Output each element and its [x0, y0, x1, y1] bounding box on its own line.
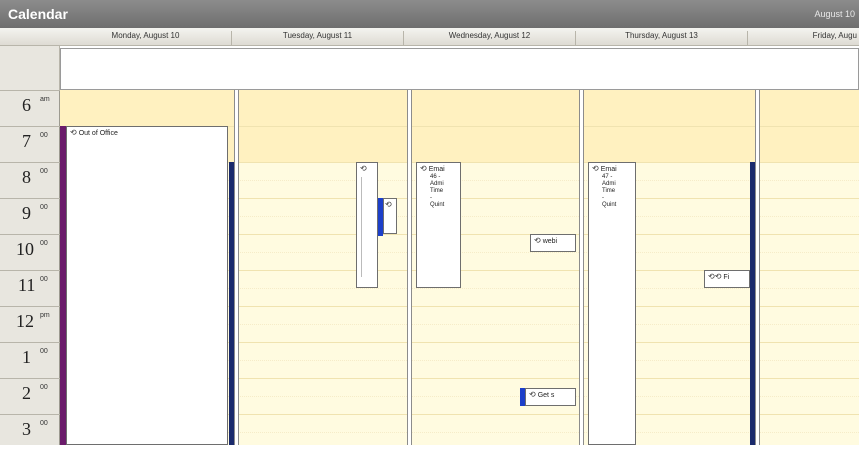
hour-label-10: 10 00	[0, 234, 60, 270]
recurrence-icon: ⟲	[385, 200, 392, 209]
all-day-events-area[interactable]	[60, 48, 859, 90]
day-header-tuesday[interactable]: Tuesday, August 11	[232, 31, 404, 45]
recurrence-icon: ⟲⟲	[708, 272, 722, 281]
day-header-wednesday[interactable]: Wednesday, August 12	[404, 31, 576, 45]
hour-label-6am: 6 am	[0, 90, 60, 126]
appointment-thursday-fi[interactable]: ⟲⟲ Fi	[704, 270, 750, 288]
appointment-thursday-email[interactable]: ⟲ Emai 47 - Admi Time - Quint	[588, 162, 636, 445]
recurrence-icon: ⟲	[529, 390, 536, 399]
day-header-thursday[interactable]: Thursday, August 13	[576, 31, 748, 45]
appointment-tuesday-a[interactable]: ⟲	[356, 162, 378, 288]
hour-label-1: 1 00	[0, 342, 60, 378]
time-ruler: 6 am 7 00 8 00 9 00 10 00 11 00 12 pm 1 00 2 00 3…	[0, 90, 60, 445]
week-grid[interactable]: ⟲ Out of Office ⟲ ⟲ ⟲ Emai 46 - Admi Time …	[60, 90, 859, 445]
day-header-friday[interactable]: Friday, Augu	[748, 31, 859, 45]
day-column-separator	[234, 90, 239, 445]
day-column-separator	[579, 90, 584, 445]
appointment-tuesday-b[interactable]: ⟲	[383, 198, 397, 234]
appointment-body-line	[361, 177, 362, 277]
hour-label-8: 8 00	[0, 162, 60, 198]
calendar-title-bar: Calendar August 10	[0, 0, 859, 28]
appointment-details: 46 - Admi Time - Quint	[430, 174, 445, 208]
hour-label-9: 9 00	[0, 198, 60, 234]
day-column-separator	[755, 90, 760, 445]
calendar-title: Calendar	[8, 6, 68, 22]
recurrence-icon: ⟲	[592, 164, 599, 173]
day-header-monday[interactable]: Monday, August 10	[60, 31, 232, 45]
appointment-wednesday-get[interactable]: ⟲ Get s	[525, 388, 576, 406]
date-range-label: August 10	[814, 9, 855, 19]
appointment-wednesday-email[interactable]: ⟲ Emai 46 - Admi Time - Quint	[416, 162, 461, 288]
hour-label-7: 7 00	[0, 126, 60, 162]
appointment-wednesday-webi[interactable]: ⟲ webi	[530, 234, 576, 252]
recurrence-icon: ⟲	[70, 128, 77, 137]
hour-label-12pm: 12 pm	[0, 306, 60, 342]
day-column-separator	[407, 90, 412, 445]
recurrence-icon: ⟲	[420, 164, 427, 173]
appointment-out-of-office[interactable]: ⟲ Out of Office	[66, 126, 228, 445]
appointment-details: 47 - Admi Time - Quint	[602, 174, 617, 208]
header-corner	[0, 46, 60, 90]
recurrence-icon: ⟲	[534, 236, 541, 245]
hour-label-2: 2 00	[0, 378, 60, 414]
recurrence-icon: ⟲	[360, 164, 367, 173]
day-headers: Monday, August 10 Tuesday, August 11 Wed…	[0, 28, 859, 46]
hour-label-11: 11 00	[0, 270, 60, 306]
